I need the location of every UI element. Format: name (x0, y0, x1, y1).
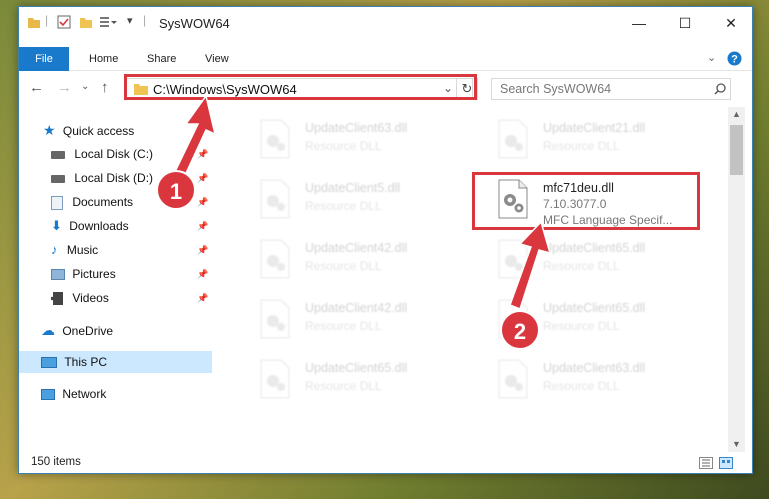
annotation-arrows (170, 94, 552, 310)
arrow-2 (509, 220, 552, 310)
arrow-1 (170, 94, 217, 183)
step-badge-1: 1 (156, 170, 196, 210)
step-badge-2: 2 (500, 310, 540, 350)
